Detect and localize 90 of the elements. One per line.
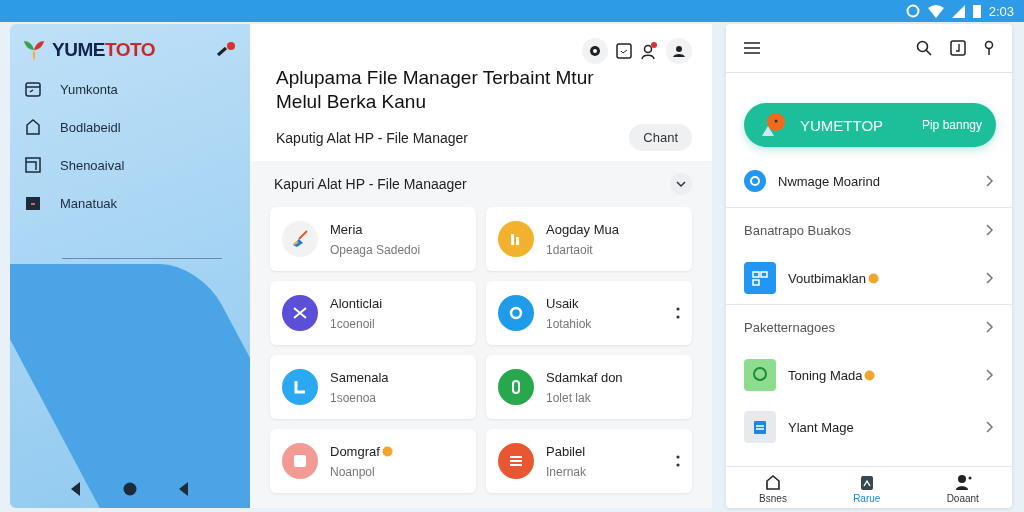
person-icon (953, 473, 972, 491)
card-title: Domgraf (330, 443, 380, 459)
card-title: Usaik (546, 295, 579, 311)
more-icon[interactable] (676, 455, 680, 467)
status-time: 2:03 (988, 3, 1014, 19)
home-icon[interactable] (123, 482, 137, 496)
doc-icon (751, 418, 769, 436)
chevron-right-icon (986, 421, 994, 433)
badge-icon (381, 445, 393, 457)
app-card[interactable]: Samenala 1soenoa (270, 355, 476, 419)
app-card[interactable]: Sdamkaf don 1olet lak (486, 355, 692, 419)
list-label: Toning Mada (788, 367, 863, 383)
card-title: Sdamkaf don (546, 369, 623, 385)
sidebar-item[interactable]: Bodlabeidl (24, 116, 236, 138)
chevron-right-icon (986, 321, 994, 333)
chevron-down-icon (676, 180, 686, 188)
gear-icon (589, 45, 601, 57)
leaf-logo-icon (22, 38, 46, 62)
grid-icon (751, 269, 769, 287)
chevron-right-icon (986, 272, 994, 284)
card-title: Samenala (330, 369, 389, 385)
bottom-nav-tab[interactable]: Doaant (938, 473, 987, 504)
bottom-nav-tab[interactable]: Bsnes (751, 473, 795, 504)
home-icon (764, 473, 782, 491)
card-subtitle: 1olet lak (546, 390, 592, 405)
menu-icon[interactable] (744, 42, 760, 54)
list-row[interactable]: Nwmage Moarind (726, 155, 1012, 207)
section-label: Paketternagoes (744, 319, 837, 335)
key-icon[interactable] (984, 40, 994, 56)
card-subtitle: Opeaga Sadedoi (330, 242, 422, 257)
card-subtitle: 1soenoa (330, 390, 378, 405)
back-icon[interactable] (71, 482, 81, 496)
app-card[interactable]: Domgraf Noanpol (270, 429, 476, 493)
back-icon[interactable] (179, 482, 189, 496)
list-label: Ylant Mage (788, 419, 854, 435)
section-title: Kapuri Alat HP - File Manaager (274, 176, 467, 192)
app-card[interactable]: Meria Opeaga Sadedoi (270, 207, 476, 271)
badge-icon (864, 369, 876, 381)
expand-button[interactable] (670, 173, 692, 195)
promo-title: YUMETTOP (800, 116, 885, 134)
chevron-right-icon (986, 224, 994, 236)
bottom-nav-tab[interactable]: Rarue (845, 473, 889, 504)
card-title: Pabilel (546, 443, 586, 459)
list-section-row[interactable]: Paketternagoes (726, 305, 1012, 349)
avatar-icon (673, 45, 685, 57)
box-icon (24, 194, 42, 212)
window-icon (24, 156, 42, 174)
person-icon[interactable] (640, 42, 658, 60)
card-subtitle: Inernak (546, 464, 588, 479)
checkbox-icon[interactable] (616, 43, 632, 59)
square-icon (291, 452, 309, 470)
card-title: Aogday Mua (546, 221, 619, 237)
profile-button[interactable] (666, 38, 692, 64)
sidebar-item[interactable]: Shenoaival (24, 154, 236, 176)
list-section-row[interactable]: Banatrapo Buakos (726, 208, 1012, 252)
card-title: Alonticlai (330, 295, 383, 311)
settings-button[interactable] (582, 38, 608, 64)
app-card[interactable]: Aogday Mua 1dartaoit (486, 207, 692, 271)
battery-icon (972, 4, 981, 18)
app-card[interactable]: Usaik 1otahiok (486, 281, 692, 345)
list-row[interactable]: Toning Mada (726, 349, 1012, 401)
sidebar-item[interactable]: Manatuak (24, 192, 236, 214)
chevron-right-icon (986, 369, 994, 381)
signal-icon (951, 4, 965, 18)
app-card[interactable]: Pabilel Inernak (486, 429, 692, 493)
wifi-icon (927, 4, 944, 18)
app-logo-text: YUMETOTO (52, 39, 156, 61)
page-title: Aplupama File Manager Terbaint Mtur Melul Berka Kanu (276, 66, 595, 114)
card-title: Meria (330, 221, 363, 237)
card-subtitle: 1otahiok (546, 316, 593, 331)
card-subtitle: 1dartaoit (546, 242, 594, 257)
card-subtitle: Noanpol (330, 464, 376, 479)
action-button[interactable]: Chant (629, 124, 692, 151)
alarm-icon (905, 4, 920, 18)
page-subtitle: Kaputig Alat HP - File Manager (276, 129, 468, 146)
list-label: Voutbimaklan (788, 270, 867, 286)
sidebar-item[interactable]: Yumkonta (24, 78, 236, 100)
section-label: Banatrapo Buakos (744, 222, 852, 238)
notification-icon[interactable] (216, 41, 236, 59)
badge-icon (868, 272, 880, 284)
brush-icon (291, 230, 309, 248)
search-icon[interactable] (916, 40, 932, 56)
list-row[interactable]: Voutbimaklan (726, 252, 1012, 304)
chevron-right-icon (986, 175, 994, 187)
card-subtitle: 1coenoil (330, 316, 376, 331)
bubble-icon (751, 366, 769, 384)
list-label: Nwmage Moarind (778, 173, 880, 189)
list-row[interactable]: Ylant Mage (726, 401, 1012, 453)
app-card[interactable]: Alonticlai 1coenoil (270, 281, 476, 345)
more-icon[interactable] (676, 307, 680, 319)
